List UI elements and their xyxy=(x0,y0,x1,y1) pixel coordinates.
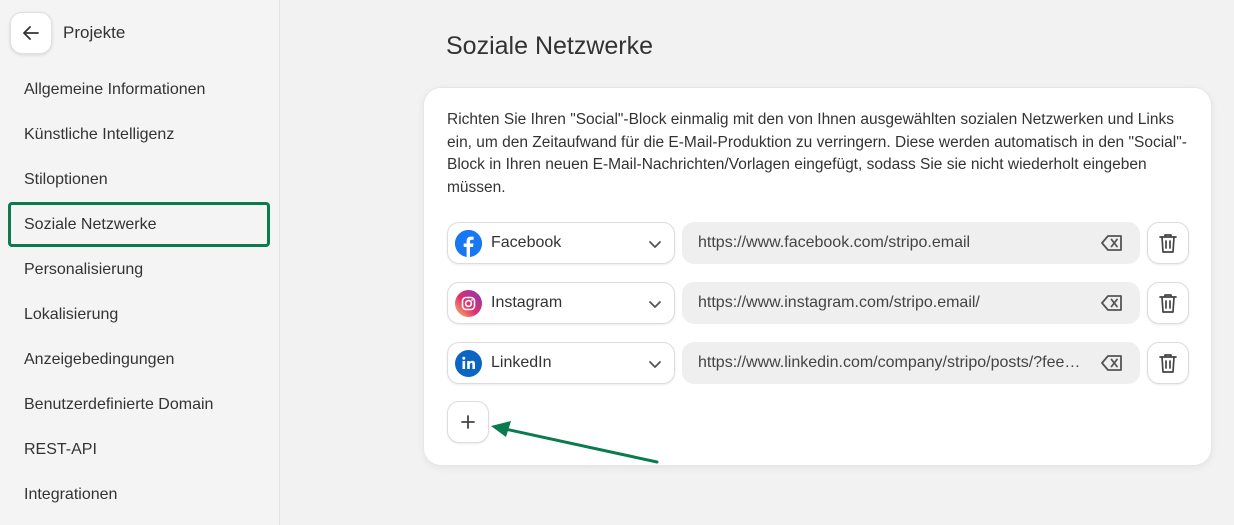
sidebar-item-integrationen[interactable]: Integrationen xyxy=(8,472,270,517)
sidebar-item-rest-api[interactable]: REST-API xyxy=(8,427,270,472)
network-select[interactable]: Instagram xyxy=(447,282,675,324)
sidebar-item-anzeigebedingungen[interactable]: Anzeigebedingungen xyxy=(8,337,270,382)
chevron-down-icon xyxy=(649,361,661,368)
trash-icon xyxy=(1159,234,1177,253)
network-select[interactable]: LinkedIn xyxy=(447,342,675,384)
back-button[interactable] xyxy=(10,12,52,54)
network-row: Facebook https://www.facebook.com/stripo… xyxy=(447,222,1189,264)
sidebar-item-personalisierung[interactable]: Personalisierung xyxy=(8,247,270,292)
url-input[interactable]: https://www.linkedin.com/company/stripo/… xyxy=(682,342,1140,384)
page-title: Soziale Netzwerke xyxy=(446,32,654,60)
network-name: Instagram xyxy=(491,294,563,311)
sidebar-item-lokalisierung[interactable]: Lokalisierung xyxy=(8,292,270,337)
description-text: Richten Sie Ihren "Social"-Block einmali… xyxy=(447,111,1187,196)
url-value: https://www.instagram.com/stripo.email/ xyxy=(698,294,980,311)
sidebar-item-kuenstliche-intelligenz[interactable]: Künstliche Intelligenz xyxy=(8,112,270,157)
clear-input-icon[interactable] xyxy=(1101,354,1123,372)
delete-button[interactable] xyxy=(1147,282,1189,324)
network-row: LinkedIn https://www.linkedin.com/compan… xyxy=(447,342,1189,384)
delete-button[interactable] xyxy=(1147,222,1189,264)
network-row: Instagram https://www.instagram.com/stri… xyxy=(447,282,1189,324)
facebook-icon xyxy=(455,229,482,257)
clear-input-icon[interactable] xyxy=(1101,294,1123,312)
network-name: LinkedIn xyxy=(491,354,552,371)
network-name: Facebook xyxy=(491,234,562,251)
sidebar-item-stiloptionen[interactable]: Stiloptionen xyxy=(8,157,270,202)
url-value: https://www.linkedin.com/company/stripo/… xyxy=(698,354,1083,371)
back-title: Projekte xyxy=(63,23,126,42)
sidebar-menu: Allgemeine Informationen Künstliche Inte… xyxy=(8,67,270,517)
chevron-down-icon xyxy=(649,241,661,248)
url-value: https://www.facebook.com/stripo.email xyxy=(698,234,971,251)
sidebar-item-allgemeine-informationen[interactable]: Allgemeine Informationen xyxy=(8,67,270,112)
sidebar: Projekte Allgemeine Informationen Künstl… xyxy=(0,0,280,525)
back-row: Projekte xyxy=(10,12,125,54)
chevron-down-icon xyxy=(649,301,661,308)
trash-icon xyxy=(1159,354,1177,373)
sidebar-item-benutzerdefinierte-domain[interactable]: Benutzerdefinierte Domain xyxy=(8,382,270,427)
delete-button[interactable] xyxy=(1147,342,1189,384)
plus-icon xyxy=(461,415,475,429)
arrow-left-icon xyxy=(23,26,39,40)
clear-input-icon[interactable] xyxy=(1101,234,1123,252)
add-network-button[interactable] xyxy=(447,401,489,443)
instagram-icon xyxy=(455,289,482,317)
url-input[interactable]: https://www.instagram.com/stripo.email/ xyxy=(682,282,1140,324)
network-select[interactable]: Facebook xyxy=(447,222,675,264)
sidebar-item-soziale-netzwerke[interactable]: Soziale Netzwerke xyxy=(8,202,270,247)
social-networks-card: Richten Sie Ihren "Social"-Block einmali… xyxy=(423,87,1212,466)
linkedin-icon xyxy=(455,349,482,377)
url-input[interactable]: https://www.facebook.com/stripo.email xyxy=(682,222,1140,264)
trash-icon xyxy=(1159,294,1177,313)
